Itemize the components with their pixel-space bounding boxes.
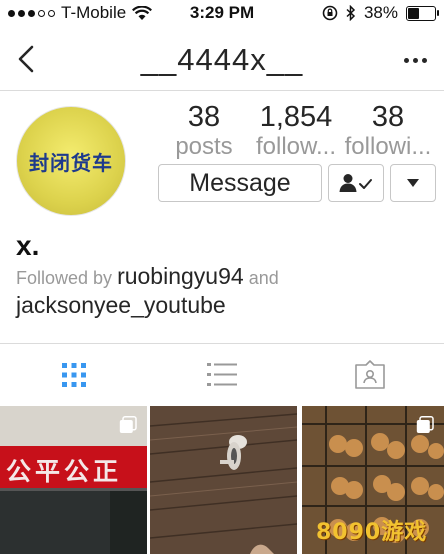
following-count: 38 xyxy=(371,101,405,133)
tagged-icon xyxy=(355,360,385,389)
following-icon xyxy=(339,174,372,192)
post-image-2 xyxy=(150,406,297,554)
grid-icon xyxy=(62,363,86,387)
followed-by-user2-link[interactable]: jacksonyee_youtube xyxy=(16,292,226,319)
stat-posts[interactable]: 38 posts xyxy=(160,100,248,160)
suggestions-dropdown-button[interactable] xyxy=(390,164,436,202)
followed-by-and: and xyxy=(248,268,279,288)
profile-tab-bar xyxy=(0,343,444,406)
more-icon xyxy=(404,57,409,63)
battery-percent: 38% xyxy=(363,3,398,22)
stat-following[interactable]: 38 followi... xyxy=(344,100,432,160)
watermark-text: 8090游戏 xyxy=(316,520,428,545)
more-button[interactable] xyxy=(404,50,430,70)
multiple-photos-icon xyxy=(416,416,434,433)
avatar-text: 封闭货车 xyxy=(29,150,113,175)
tab-grid[interactable] xyxy=(0,344,148,406)
following-button[interactable] xyxy=(328,164,384,202)
nav-bar: __4444x__ xyxy=(0,28,444,91)
following-label: followi... xyxy=(344,134,432,160)
tab-list[interactable] xyxy=(148,344,296,406)
followed-by-line: Followed by ruobingyu94 and xyxy=(16,263,279,290)
posts-count: 38 xyxy=(187,101,221,133)
status-right: 38% xyxy=(322,3,439,23)
banner-text: 公平公正 xyxy=(6,457,123,486)
battery-icon xyxy=(406,5,439,21)
followed-by-user-link[interactable]: ruobingyu94 xyxy=(117,263,244,289)
avatar[interactable]: 封闭货车 xyxy=(16,106,126,216)
status-bar: T-Mobile 3:29 PM 38% xyxy=(0,0,444,28)
post-thumbnail-2[interactable] xyxy=(150,406,297,554)
photo-grid: 公平公正 8090游戏 xyxy=(0,406,444,554)
tab-tagged[interactable] xyxy=(296,344,444,406)
dropdown-icon xyxy=(407,179,419,187)
followers-count: 1,854 xyxy=(259,101,333,133)
followers-label: follow... xyxy=(255,134,337,160)
profile-screen: T-Mobile 3:29 PM 38% __4444x__ 封闭货车 38 p… xyxy=(0,0,444,554)
multiple-photos-icon xyxy=(119,416,137,433)
posts-label: posts xyxy=(175,134,233,160)
post-thumbnail-1[interactable]: 公平公正 xyxy=(0,406,147,554)
battery-fill xyxy=(408,7,419,19)
followed-by-prefix: Followed by xyxy=(16,268,113,288)
message-button[interactable]: Message xyxy=(158,164,322,202)
post-thumbnail-3[interactable]: 8090游戏 xyxy=(302,406,444,554)
rotation-lock-icon xyxy=(322,5,338,21)
bluetooth-icon xyxy=(346,5,356,21)
list-icon xyxy=(207,363,237,386)
display-name: x. xyxy=(16,230,40,261)
stat-followers[interactable]: 1,854 follow... xyxy=(252,100,340,160)
username-title: __4444x__ xyxy=(140,42,304,77)
